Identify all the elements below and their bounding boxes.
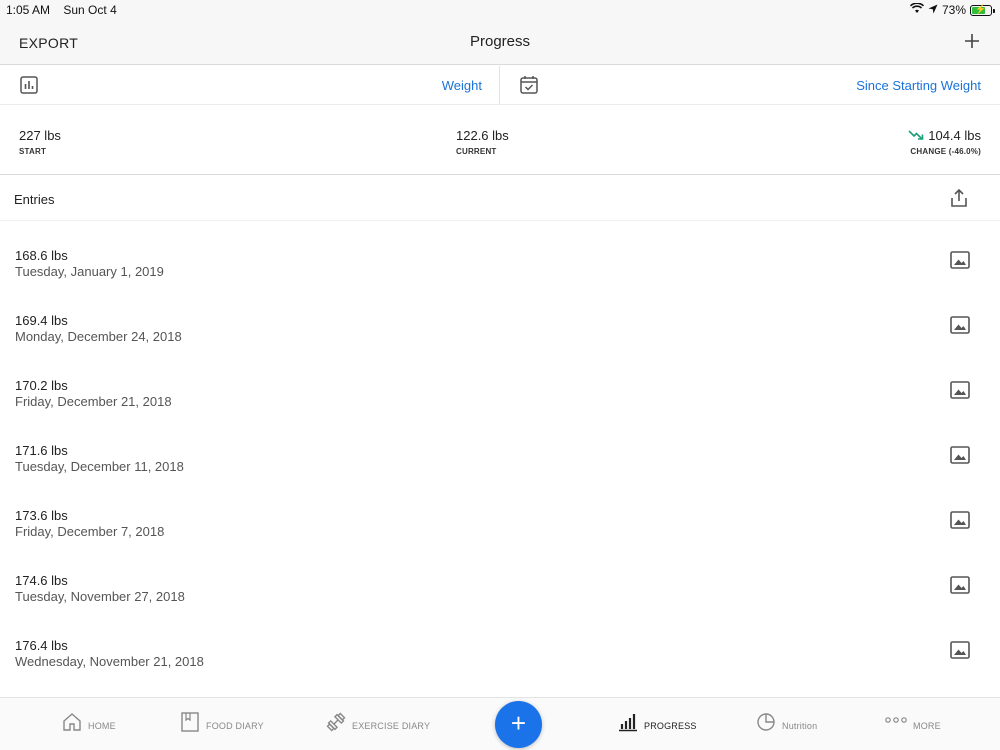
tab-home-label: HOME [88, 721, 116, 731]
start-value: 227 lbs [19, 128, 61, 143]
share-icon[interactable] [949, 188, 969, 213]
entry-date: Wednesday, November 21, 2018 [15, 654, 204, 669]
tab-progress-label: PROGRESS [644, 721, 697, 731]
entry-weight: 168.6 lbs [15, 248, 68, 263]
summary-panel: 227 lbs START 122.6 lbs CURRENT 104.4 lb… [0, 106, 1000, 175]
add-entry-button[interactable]: + [495, 701, 542, 748]
book-icon [180, 712, 200, 734]
tab-exercise-diary-label: EXERCISE DIARY [352, 721, 431, 731]
more-dots-icon [885, 712, 907, 734]
current-label: CURRENT [456, 147, 497, 156]
location-arrow-icon [928, 3, 938, 17]
entry-date: Tuesday, January 1, 2019 [15, 264, 164, 279]
entry-date: Friday, December 7, 2018 [15, 524, 165, 539]
photo-icon[interactable] [950, 251, 970, 274]
entry-list: 168.6 lbs Tuesday, January 1, 2019 169.4 l… [0, 222, 1000, 677]
status-date: Sun Oct 4 [63, 3, 117, 17]
change-value: 104.4 lbs [928, 128, 981, 143]
tab-more[interactable]: MORE [885, 712, 941, 734]
trend-down-icon [908, 128, 924, 143]
tab-nutrition[interactable]: Nutrition [756, 712, 817, 734]
tab-more-label: MORE [913, 721, 941, 731]
photo-icon[interactable] [950, 511, 970, 534]
entry-row[interactable]: 176.4 lbs Wednesday, November 21, 2018 [0, 612, 1000, 677]
pie-chart-icon [756, 712, 776, 734]
change-label: CHANGE (-46.0%) [910, 147, 981, 156]
battery-percent: 73% [941, 3, 966, 17]
photo-icon[interactable] [950, 316, 970, 339]
entries-heading: Entries [14, 192, 55, 207]
start-stat: 227 lbs START [19, 128, 61, 156]
dumbbell-icon [326, 712, 346, 734]
tab-home[interactable]: HOME [62, 712, 116, 734]
entry-row[interactable]: 168.6 lbs Tuesday, January 1, 2019 [0, 222, 1000, 287]
tab-food-diary[interactable]: FOOD DIARY [180, 712, 264, 734]
tab-nutrition-label: Nutrition [782, 721, 818, 731]
entry-weight: 174.6 lbs [15, 573, 68, 588]
battery-icon: ⚡ [970, 3, 995, 16]
status-time: 1:05 AM [6, 3, 51, 17]
chart-toggle-icon[interactable] [20, 76, 38, 99]
entry-row[interactable]: 171.6 lbs Tuesday, December 11, 2018 [0, 417, 1000, 482]
status-bar: 1:05 AM Sun Oct 4 73% ⚡ [0, 0, 1000, 20]
plus-icon: + [510, 708, 527, 738]
start-label: START [19, 147, 47, 156]
tab-food-diary-label: FOOD DIARY [206, 721, 264, 731]
home-icon [62, 712, 82, 734]
calendar-check-icon[interactable] [520, 75, 538, 99]
change-stat: 104.4 lbs CHANGE (-46.0%) [908, 128, 981, 156]
entry-date: Tuesday, November 27, 2018 [15, 589, 185, 604]
entry-date: Monday, December 24, 2018 [15, 329, 182, 344]
entry-weight: 173.6 lbs [15, 508, 68, 523]
entry-weight: 176.4 lbs [15, 638, 68, 653]
entry-row[interactable]: 174.6 lbs Tuesday, November 27, 2018 [0, 547, 1000, 612]
entry-weight: 170.2 lbs [15, 378, 68, 393]
filter-divider [499, 66, 500, 105]
nav-bar: EXPORT Progress [0, 20, 1000, 65]
tab-progress[interactable]: PROGRESS [618, 712, 697, 734]
date-range-selector[interactable]: Since Starting Weight [856, 78, 981, 93]
charging-bolt-icon: ⚡ [975, 3, 987, 14]
tab-exercise-diary[interactable]: EXERCISE DIARY [326, 712, 430, 734]
current-stat: 122.6 lbs CURRENT [456, 128, 509, 156]
entry-row[interactable]: 173.6 lbs Friday, December 7, 2018 [0, 482, 1000, 547]
current-value: 122.6 lbs [456, 128, 509, 143]
entries-header: Entries [0, 176, 1000, 221]
photo-icon[interactable] [950, 576, 970, 599]
entry-row[interactable]: 170.2 lbs Friday, December 21, 2018 [0, 352, 1000, 417]
entry-date: Friday, December 21, 2018 [15, 394, 172, 409]
photo-icon[interactable] [950, 641, 970, 664]
tab-bar: HOME FOOD DIARY EXERCISE DIARY + PROGRES… [0, 697, 1000, 750]
entry-weight: 171.6 lbs [15, 443, 68, 458]
wifi-icon [909, 2, 925, 17]
entry-date: Tuesday, December 11, 2018 [15, 459, 184, 474]
bar-chart-icon [618, 712, 638, 734]
photo-icon[interactable] [950, 381, 970, 404]
photo-icon[interactable] [950, 446, 970, 469]
entry-weight: 169.4 lbs [15, 313, 68, 328]
plus-icon[interactable] [964, 28, 980, 56]
page-title: Progress [469, 33, 531, 50]
filter-bar: Weight Since Starting Weight [0, 66, 1000, 105]
entry-row[interactable]: 169.4 lbs Monday, December 24, 2018 [0, 287, 1000, 352]
metric-selector[interactable]: Weight [442, 78, 482, 93]
